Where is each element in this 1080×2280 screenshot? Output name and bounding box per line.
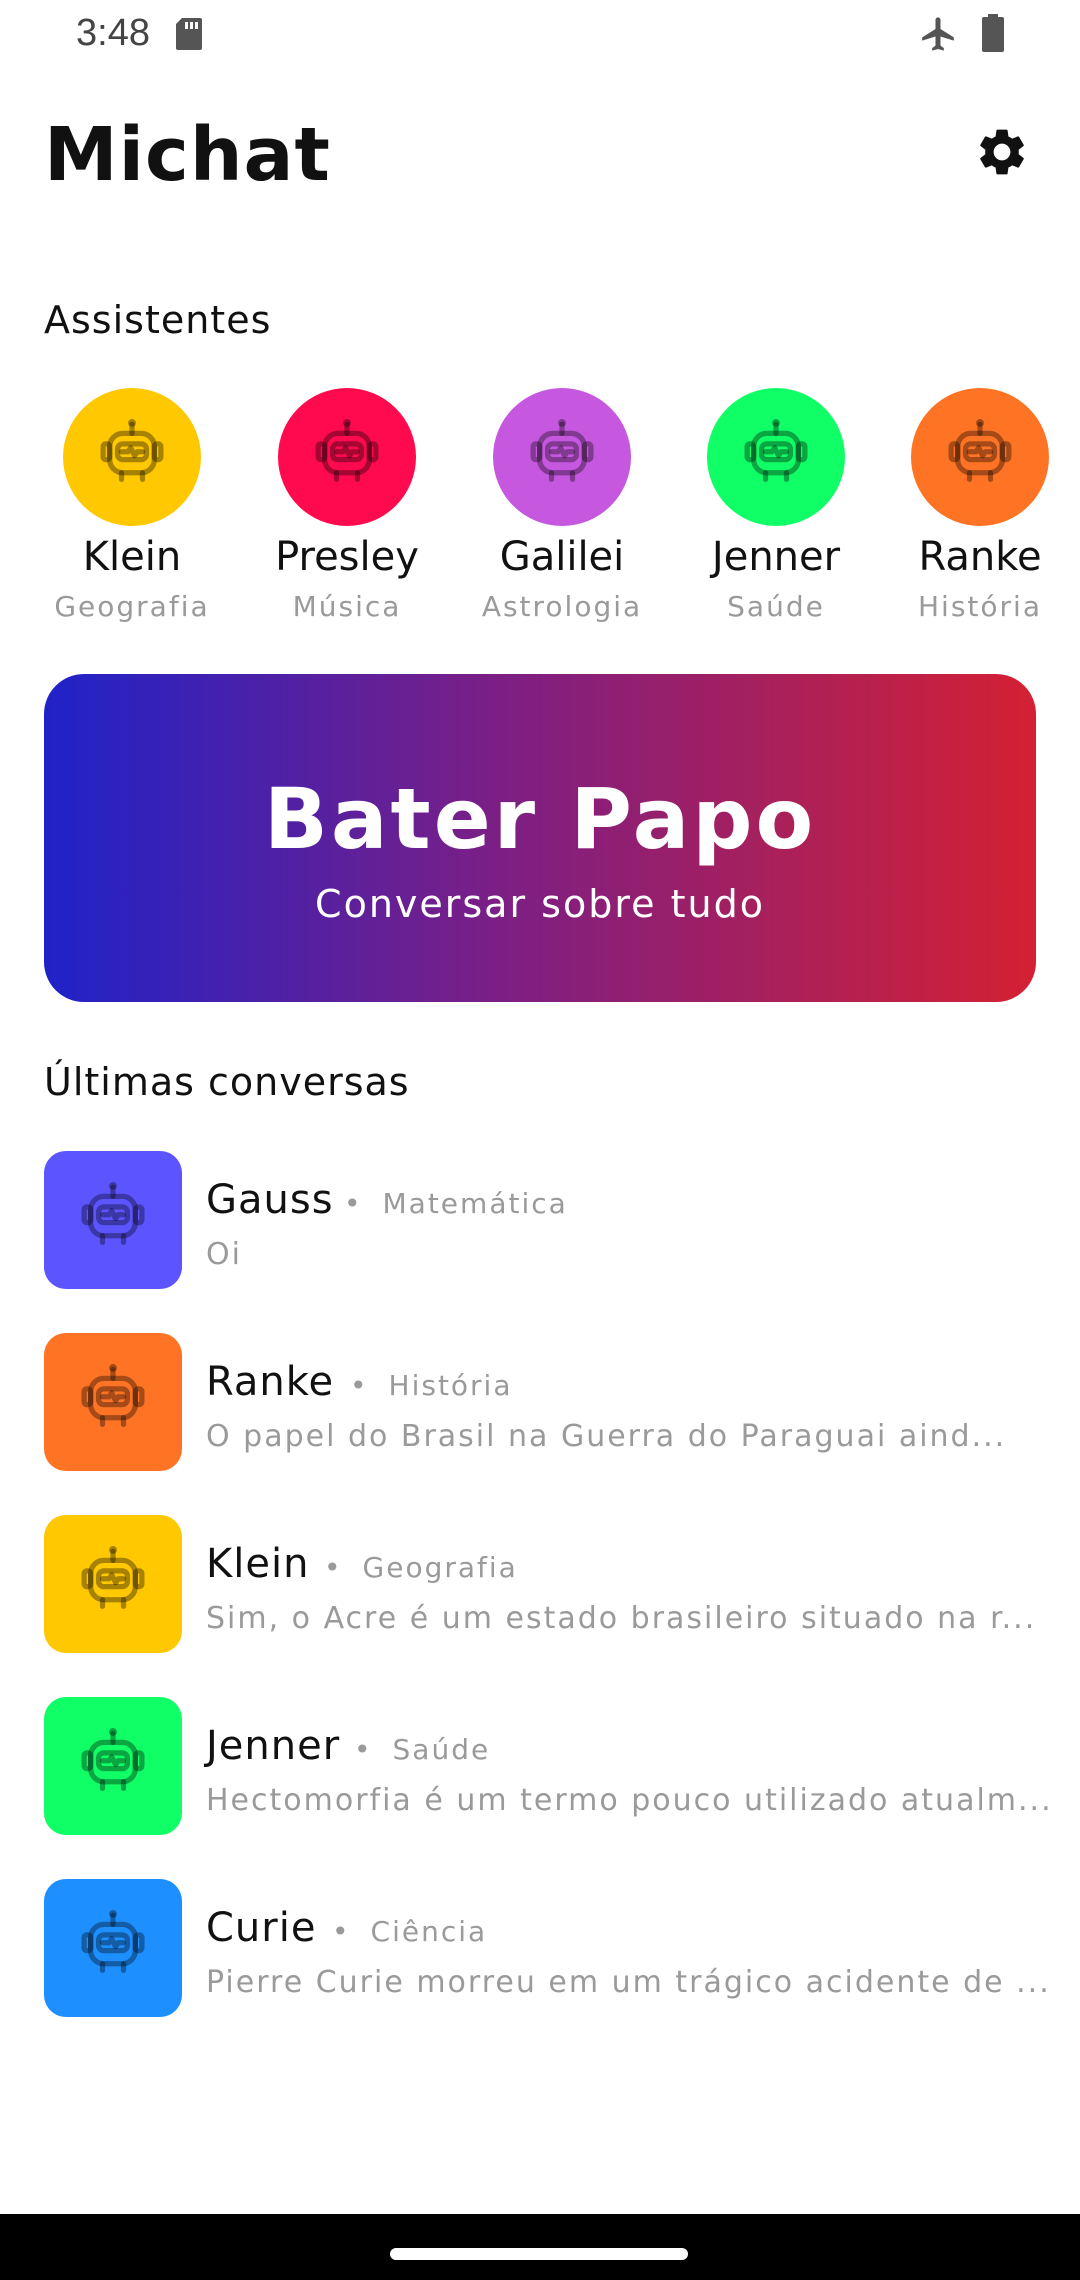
conversation-avatar <box>44 1151 182 1289</box>
banner-subtitle: Conversar sobre tudo <box>315 882 765 926</box>
robot-icon <box>100 418 164 482</box>
conversation-avatar <box>44 1697 182 1835</box>
sd-card-icon <box>176 18 202 50</box>
conversation-preview: Hectomorfia é um termo pouco utilizado a… <box>206 1783 1053 1818</box>
conversation-gauss[interactable]: Gauss • Matemática Oi <box>44 1151 1044 1291</box>
assistant-subject: Saúde <box>727 590 825 623</box>
assistant-presley[interactable]: Presley Música <box>242 388 452 623</box>
chat-banner-button[interactable]: Bater Papo Conversar sobre tudo <box>44 674 1036 1002</box>
assistant-avatar <box>707 388 845 526</box>
assistant-subject: História <box>918 590 1042 623</box>
assistant-subject: Astrologia <box>481 590 643 623</box>
assistant-subject: Música <box>292 590 402 623</box>
robot-icon <box>530 418 594 482</box>
conversation-name: Jenner <box>206 1723 341 1769</box>
status-time: 3:48 <box>76 12 150 54</box>
conversation-name: Ranke <box>206 1359 335 1405</box>
conversation-subject: • Matemática <box>344 1187 568 1220</box>
assistant-name: Galilei <box>499 534 625 580</box>
conversation-avatar <box>44 1515 182 1653</box>
status-bar: 3:48 <box>0 0 1080 70</box>
conversation-avatar <box>44 1879 182 2017</box>
conversation-subject-text: Ciência <box>370 1915 488 1948</box>
conversation-subject: • Ciência <box>332 1915 488 1948</box>
conversation-name: Klein <box>206 1541 310 1587</box>
app-title: Michat <box>44 112 331 198</box>
conversation-klein[interactable]: Klein • Geografia Sim, o Acre é um estado… <box>44 1515 1044 1655</box>
robot-icon <box>948 418 1012 482</box>
conversation-preview: O papel do Brasil na Guerra do Paraguai … <box>206 1419 1007 1454</box>
conversation-curie[interactable]: Curie • Ciência Pierre Curie morreu em um… <box>44 1879 1049 2019</box>
conversation-name: Curie <box>206 1905 317 1951</box>
assistant-avatar <box>493 388 631 526</box>
robot-icon <box>81 1181 145 1245</box>
assistant-avatar <box>278 388 416 526</box>
assistant-avatar <box>911 388 1049 526</box>
conversation-subject: • Geografia <box>324 1551 518 1584</box>
robot-icon <box>81 1363 145 1427</box>
airplane-mode-icon <box>922 17 954 51</box>
banner-title: Bater Papo <box>263 770 817 868</box>
robot-icon <box>81 1909 145 1973</box>
assistants-section-title: Assistentes <box>44 298 272 342</box>
robot-icon <box>315 418 379 482</box>
assistant-avatar <box>63 388 201 526</box>
conversation-subject-text: Matemática <box>382 1187 568 1220</box>
settings-gear-icon[interactable] <box>974 124 1030 180</box>
conversation-avatar <box>44 1333 182 1471</box>
assistant-jenner[interactable]: Jenner Saúde <box>671 388 881 623</box>
battery-icon <box>982 14 1004 52</box>
conversation-subject: • História <box>350 1369 513 1402</box>
robot-icon <box>81 1545 145 1609</box>
conversation-subject-text: História <box>388 1369 513 1402</box>
conversation-preview: Pierre Curie morreu em um trágico aciden… <box>206 1965 1051 2000</box>
home-gesture-handle[interactable] <box>390 2248 688 2260</box>
assistant-name: Klein <box>82 534 182 580</box>
assistant-klein[interactable]: Klein Geografia <box>27 388 237 623</box>
conversation-preview: Oi <box>206 1237 242 1272</box>
recent-section-title: Últimas conversas <box>44 1060 410 1104</box>
robot-icon <box>744 418 808 482</box>
conversation-subject-text: Saúde <box>392 1733 491 1766</box>
conversation-subject-text: Geografia <box>362 1551 518 1584</box>
conversation-preview: Sim, o Acre é um estado brasileiro situa… <box>206 1601 1037 1636</box>
assistant-subject: Geografia <box>54 590 210 623</box>
assistant-galilei[interactable]: Galilei Astrologia <box>457 388 667 623</box>
assistant-name: Presley <box>275 534 419 580</box>
assistant-name: Ranke <box>918 534 1042 580</box>
robot-icon <box>81 1727 145 1791</box>
conversation-ranke[interactable]: Ranke • História O papel do Brasil na Gue… <box>44 1333 1044 1473</box>
system-nav-bar <box>0 2214 1080 2280</box>
assistant-ranke[interactable]: Ranke História <box>875 388 1080 623</box>
conversation-jenner[interactable]: Jenner • Saúde Hectomorfia é um termo pou… <box>44 1697 1051 1837</box>
conversation-name: Gauss <box>206 1177 334 1223</box>
conversation-subject: • Saúde <box>354 1733 491 1766</box>
assistant-name: Jenner <box>711 534 841 580</box>
